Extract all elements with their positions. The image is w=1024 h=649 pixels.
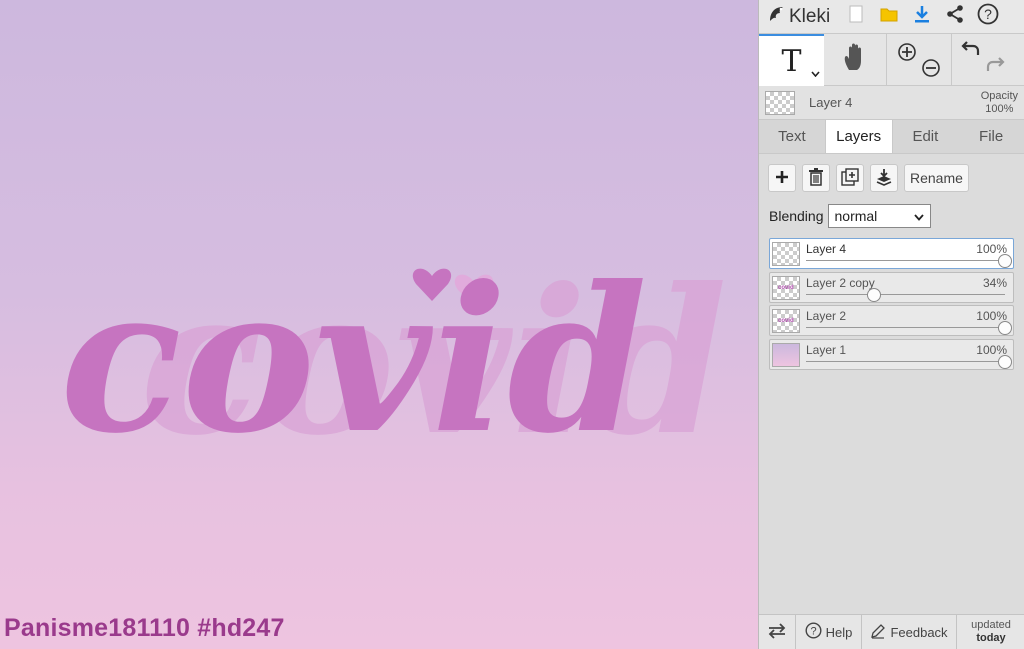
text-tool-icon: T bbox=[781, 43, 802, 79]
plus-icon bbox=[775, 170, 789, 187]
feedback-label: Feedback bbox=[890, 624, 948, 640]
layer-opacity-slider-knob[interactable] bbox=[866, 287, 881, 302]
layer-name: Layer 2 copy bbox=[806, 275, 875, 290]
layer-opacity-slider-knob[interactable] bbox=[998, 354, 1012, 369]
tab-file[interactable]: File bbox=[958, 119, 1024, 153]
layer-action-buttons: Rename bbox=[759, 154, 1024, 198]
current-layer-name: Layer 4 bbox=[809, 95, 853, 110]
layer-opacity-slider[interactable] bbox=[806, 360, 1005, 362]
merge-down-button[interactable] bbox=[870, 164, 898, 192]
svg-text:?: ? bbox=[810, 626, 816, 638]
kleki-bird-icon bbox=[767, 4, 787, 29]
feedback-pen-icon bbox=[870, 623, 886, 642]
question-icon: ? bbox=[805, 622, 822, 642]
layer-opacity-slider[interactable] bbox=[806, 327, 1005, 328]
layer-list: Layer 4 100% covid Layer 2 copy 34% covi… bbox=[759, 228, 1024, 370]
tab-edit[interactable]: Edit bbox=[893, 119, 959, 153]
current-layer-thumbnail bbox=[765, 90, 795, 115]
top-bar: Kleki ? bbox=[759, 0, 1024, 34]
add-layer-button[interactable] bbox=[768, 164, 796, 192]
layer-thumbnail: covid bbox=[772, 275, 800, 300]
opacity-readout[interactable]: Opacity 100% bbox=[981, 90, 1018, 116]
opacity-value: 100% bbox=[985, 102, 1014, 115]
layer-thumbnail bbox=[772, 342, 800, 367]
panel-tabs: Text Layers Edit File bbox=[759, 119, 1024, 154]
help-label: Help bbox=[825, 624, 853, 640]
layer-opacity: 34% bbox=[982, 275, 1007, 290]
bottom-bar: ? Help Feedback updated today bbox=[759, 614, 1024, 649]
duplicate-layer-button[interactable] bbox=[836, 164, 864, 192]
layer-item-layer-4[interactable]: Layer 4 100% bbox=[769, 238, 1014, 269]
zoom-out-icon[interactable] bbox=[921, 58, 941, 83]
swap-side-button[interactable] bbox=[759, 614, 796, 649]
layer-opacity-slider[interactable] bbox=[806, 260, 1005, 261]
help-top-button[interactable]: ? bbox=[971, 0, 1004, 34]
hand-tool-button[interactable] bbox=[824, 34, 886, 85]
chevron-down-icon[interactable] bbox=[811, 69, 820, 80]
download-button[interactable] bbox=[905, 0, 938, 34]
blending-mode-value: normal bbox=[834, 208, 878, 224]
folder-icon bbox=[879, 5, 899, 28]
share-button[interactable] bbox=[938, 0, 971, 34]
updated-value: today bbox=[976, 632, 1006, 644]
blending-mode-select[interactable]: normal bbox=[827, 204, 931, 228]
question-icon: ? bbox=[977, 3, 999, 30]
updated-label: updated bbox=[971, 619, 1011, 631]
redo-icon[interactable] bbox=[984, 56, 1006, 81]
zoom-in-icon[interactable] bbox=[897, 42, 917, 67]
drawing-canvas[interactable]: covid covid Panisme181110 #hd247 bbox=[0, 0, 758, 649]
layer-item-layer-1[interactable]: Layer 1 100% bbox=[769, 338, 1014, 370]
chevron-down-icon bbox=[913, 208, 924, 224]
current-layer-info: Layer 4 Opacity 100% bbox=[759, 86, 1024, 120]
rename-layer-button[interactable]: Rename bbox=[904, 164, 969, 192]
help-button[interactable]: ? Help bbox=[796, 614, 862, 649]
layer-item-layer-2[interactable]: covid Layer 2 100% bbox=[769, 305, 1014, 336]
svg-text:?: ? bbox=[984, 6, 992, 22]
hand-icon bbox=[842, 42, 868, 77]
sidebar: Kleki ? T Layer 4 Opacity 100% Text Laye… bbox=[758, 0, 1024, 649]
text-tool-button[interactable]: T bbox=[759, 34, 824, 86]
blending-row: Blending normal bbox=[759, 198, 1024, 228]
open-image-button[interactable] bbox=[872, 0, 905, 34]
tab-layers[interactable]: Layers bbox=[824, 119, 893, 153]
layer-thumbnail: covid bbox=[772, 309, 800, 333]
opacity-label: Opacity bbox=[980, 89, 1018, 102]
canvas-artwork: covid covid bbox=[60, 243, 727, 480]
merge-down-icon bbox=[876, 168, 892, 189]
layer-opacity-slider-knob[interactable] bbox=[998, 321, 1012, 335]
feedback-button[interactable]: Feedback bbox=[862, 614, 957, 649]
layer-name: Layer 4 bbox=[806, 242, 847, 256]
app-name: Kleki bbox=[789, 5, 831, 27]
layer-opacity-slider-knob[interactable] bbox=[998, 254, 1012, 268]
layer-item-layer-2-copy[interactable]: covid Layer 2 copy 34% bbox=[769, 271, 1014, 303]
kleki-logo[interactable]: Kleki bbox=[759, 4, 839, 29]
zoom-controls bbox=[886, 34, 951, 85]
artwork-main-text: covid bbox=[60, 243, 647, 478]
delete-layer-button[interactable] bbox=[802, 164, 830, 192]
new-image-button[interactable] bbox=[839, 0, 872, 34]
watermark-text: Panisme181110 #hd247 bbox=[4, 614, 285, 642]
new-file-icon bbox=[849, 5, 863, 28]
tool-row: T bbox=[759, 34, 1024, 86]
layer-thumbnail bbox=[772, 242, 800, 266]
blending-label: Blending bbox=[769, 208, 824, 224]
swap-arrows-icon bbox=[767, 622, 787, 642]
duplicate-icon bbox=[841, 167, 859, 189]
trash-icon bbox=[808, 167, 824, 189]
undo-icon[interactable] bbox=[960, 40, 982, 65]
changelog-button[interactable]: updated today bbox=[957, 615, 1024, 649]
history-controls bbox=[951, 34, 1024, 85]
layer-opacity-slider[interactable] bbox=[806, 293, 1005, 295]
download-icon bbox=[913, 4, 931, 29]
layer-name: Layer 1 bbox=[806, 342, 847, 357]
layer-name: Layer 2 bbox=[806, 309, 847, 323]
tab-text[interactable]: Text bbox=[759, 119, 825, 153]
share-icon bbox=[945, 4, 965, 29]
